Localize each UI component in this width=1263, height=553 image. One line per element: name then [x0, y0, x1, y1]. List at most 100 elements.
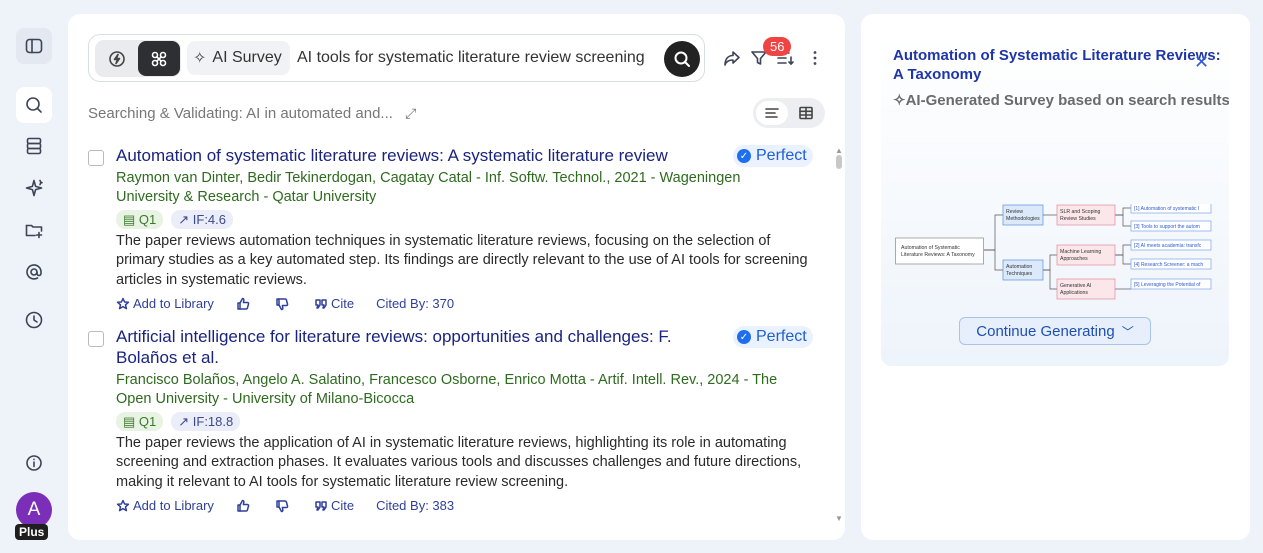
plan-badge: Plus	[15, 524, 49, 540]
view-toggle	[753, 98, 825, 128]
ai-survey-label: AI Survey	[212, 49, 282, 66]
result-abstract: The paper reviews the application of AI …	[116, 435, 802, 490]
mindmap-root-line: Automation of Systematic	[901, 245, 960, 251]
list-view-icon[interactable]	[756, 101, 788, 125]
journal-icon: ▤	[123, 413, 139, 429]
result-authors[interactable]: Raymon van Dinter, Bedir Tekinerdogan, C…	[116, 169, 806, 207]
cite-label: Cite	[330, 296, 355, 311]
thumbs-up-icon[interactable]	[236, 499, 253, 513]
mindmap-ref-text: [2] AI meets academia: transfc	[1134, 243, 1202, 249]
mindmap-branch-text: Review	[1006, 209, 1023, 215]
scrollbar-thumb[interactable]	[836, 155, 842, 169]
mindmap-branch-node	[1002, 259, 1044, 281]
quartile-tag: ▤ Q1	[116, 412, 164, 431]
add-to-library-button[interactable]: Add to Library	[116, 498, 214, 513]
check-circle-icon: ✓	[737, 149, 751, 163]
mindmap-ref-text: [4] Research Screener: a mach	[1134, 262, 1203, 268]
mindmap-root-node	[895, 237, 984, 265]
result-authors[interactable]: Francisco Bolaños, Angelo A. Salatino, F…	[116, 371, 806, 409]
add-to-library-button[interactable]: Add to Library	[116, 296, 214, 311]
quartile-tag: ▤ Q1	[116, 210, 164, 229]
select-checkbox[interactable]	[88, 150, 104, 166]
mindmap-ref-text: [1] Automation of systematic l	[1134, 206, 1199, 212]
result-title[interactable]: Automation of systematic literature revi…	[116, 145, 696, 166]
mindmap-leaf-node	[1056, 204, 1116, 226]
sidebar-toggle-icon[interactable]	[16, 28, 52, 64]
mention-icon[interactable]	[16, 254, 52, 290]
lightning-mode-icon[interactable]	[96, 41, 138, 76]
mindmap-leaf-node	[1056, 244, 1116, 266]
close-icon[interactable]: ✕	[1194, 52, 1209, 73]
cite-button[interactable]: Cite	[314, 296, 354, 311]
relevance-label: Perfect	[756, 328, 807, 345]
share-icon[interactable]	[722, 48, 742, 68]
info-icon[interactable]	[16, 445, 52, 481]
sparkle-icon[interactable]	[16, 170, 52, 206]
library-icon[interactable]	[16, 128, 52, 164]
thumbs-up-icon[interactable]	[236, 297, 253, 311]
mindmap-leaf-text: Approaches	[1060, 256, 1088, 262]
mindmap-branch-node	[1002, 204, 1044, 226]
cited-by-link[interactable]: Cited By: 383	[376, 498, 454, 513]
deep-mode-icon[interactable]	[138, 41, 180, 76]
table-view-icon[interactable]	[790, 101, 822, 125]
survey-panel: Automation of Systematic Literature Revi…	[861, 14, 1250, 540]
cited-by-link[interactable]: Cited By: 370	[376, 296, 454, 311]
result-abstract: The paper reviews automation techniques …	[116, 233, 808, 288]
results-panel: ✧ AI Survey AI tools for systematic lite…	[68, 14, 845, 540]
expand-icon[interactable]: ⤢	[405, 105, 416, 122]
result-item: Automation of systematic literature revi…	[88, 145, 828, 317]
quote-icon	[315, 298, 327, 309]
mindmap-leaf-text: Machine Learning	[1060, 249, 1101, 255]
search-icon[interactable]	[16, 87, 52, 123]
mindmap-leaf-node	[1056, 278, 1116, 300]
continue-generating-button[interactable]: Continue Generating ﹀	[959, 317, 1151, 345]
scroll-up-arrow[interactable]: ▲	[835, 146, 843, 155]
continue-generating-label: Continue Generating	[976, 322, 1115, 340]
scroll-down-arrow[interactable]: ▼	[835, 514, 843, 523]
search-button[interactable]	[664, 41, 700, 77]
search-bar: ✧ AI Survey AI tools for systematic lite…	[88, 34, 705, 82]
mindmap-ref-text: [5] Leveraging the Potential of	[1134, 282, 1201, 288]
search-status-text: Searching & Validating: AI in automated …	[88, 105, 393, 122]
star-icon	[116, 297, 130, 309]
survey-subtitle: ✧AI-Generated Survey based on search res…	[893, 92, 1229, 109]
folder-add-icon[interactable]	[16, 212, 52, 248]
trend-up-icon: ↗	[178, 211, 193, 227]
ai-survey-chip[interactable]: ✧ AI Survey	[187, 41, 290, 75]
search-status: Searching & Validating: AI in automated …	[88, 105, 416, 122]
more-icon[interactable]	[805, 48, 825, 68]
avatar[interactable]: A	[16, 492, 52, 528]
mindmap-leaf-text: SLR and Scoping	[1060, 209, 1100, 215]
star-icon	[116, 499, 130, 511]
result-actions: Add to Library Cite Cited By: 383	[116, 498, 476, 513]
add-to-library-label: Add to Library	[133, 498, 214, 513]
check-circle-icon: ✓	[737, 330, 751, 344]
result-actions: Add to Library Cite Cited By: 370	[116, 296, 476, 311]
select-checkbox[interactable]	[88, 331, 104, 347]
thumbs-down-icon[interactable]	[275, 499, 292, 513]
quote-icon	[315, 500, 327, 511]
journal-icon: ▤	[123, 211, 139, 227]
cite-button[interactable]: Cite	[314, 498, 354, 513]
relevance-label: Perfect	[756, 147, 807, 164]
result-item: Artificial intelligence for literature r…	[88, 326, 828, 516]
search-icon	[674, 51, 690, 67]
search-input[interactable]: AI tools for systematic literature revie…	[297, 49, 645, 67]
mindmap-leaf-text: Review Studies	[1060, 216, 1096, 222]
trend-up-icon: ↗	[178, 413, 193, 429]
thumbs-down-icon[interactable]	[275, 297, 292, 311]
mindmap-leaf-text: Generative AI	[1060, 283, 1091, 289]
survey-card: Automation of Systematic Literature Revi…	[881, 34, 1229, 366]
survey-mindmap[interactable]: Automation of Systematic Literature Revi…	[895, 204, 1215, 304]
sparkle-icon: ✧	[893, 92, 906, 109]
sparkle-icon: ✧	[193, 50, 207, 67]
left-rail: A Plus	[0, 0, 68, 553]
impact-factor-tag: ↗ IF:4.6	[171, 210, 234, 229]
history-icon[interactable]	[16, 302, 52, 338]
result-title[interactable]: Artificial intelligence for literature r…	[116, 326, 696, 368]
mindmap-root-line: Literature Reviews: A Taxonomy	[901, 252, 975, 258]
mindmap-ref-text: [3] Tools to support the autom	[1134, 224, 1200, 230]
survey-title[interactable]: Automation of Systematic Literature Revi…	[893, 46, 1229, 84]
mode-switch	[95, 40, 181, 77]
